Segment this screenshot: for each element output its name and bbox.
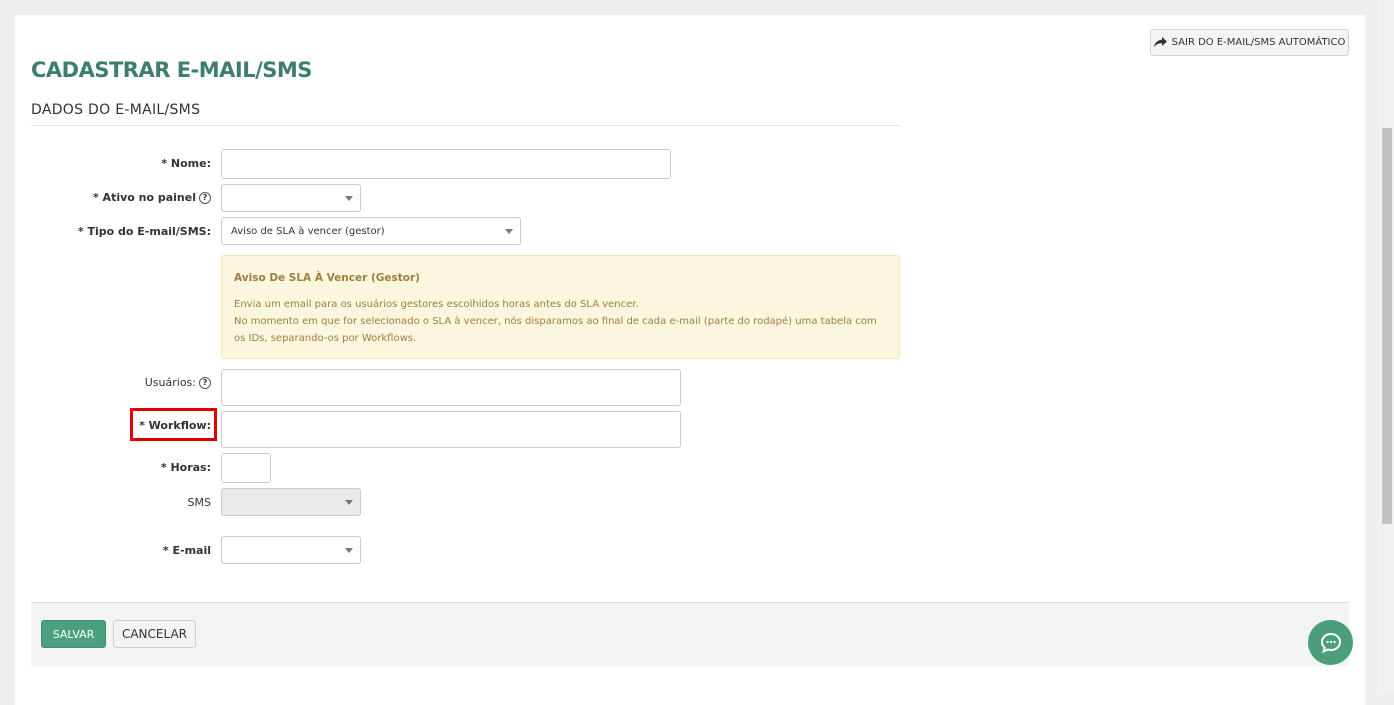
- email-label: * E-mail: [162, 544, 211, 557]
- tipo-select[interactable]: Aviso de SLA à vencer (gestor): [221, 217, 521, 245]
- sms-label: SMS: [187, 496, 211, 509]
- share-arrow-icon: [1153, 37, 1167, 48]
- tipo-select-value: Aviso de SLA à vencer (gestor): [231, 225, 385, 237]
- help-icon[interactable]: ?: [199, 376, 211, 389]
- usuarios-label: Usuários: ?: [145, 376, 211, 389]
- help-icon[interactable]: ?: [199, 191, 211, 204]
- ativo-label: * Ativo no painel ?: [93, 191, 211, 204]
- alert-line-1: Envia um email para os usuários gestores…: [234, 299, 639, 310]
- cancel-button[interactable]: CANCELAR: [113, 620, 196, 648]
- scrollbar[interactable]: [1379, 0, 1394, 693]
- form-footer: [31, 602, 1349, 666]
- alert-line-2: No momento em que for selecionado o SLA …: [234, 316, 877, 344]
- nome-label: * Nome:: [161, 157, 211, 170]
- chat-bubble-icon: [1320, 632, 1341, 653]
- sla-info-alert: Aviso De SLA À Vencer (Gestor) Envia um …: [221, 255, 900, 359]
- sms-select: [221, 488, 361, 516]
- chevron-down-icon: [505, 229, 513, 234]
- horas-label: * Horas:: [160, 461, 211, 474]
- exit-button-label: SAIR DO E-MAIL/SMS AUTOMÁTICO: [1171, 37, 1346, 48]
- chevron-down-icon: [345, 548, 353, 553]
- chevron-down-icon: [345, 196, 353, 201]
- horas-input[interactable]: [221, 453, 271, 483]
- section-title: DADOS DO E-MAIL/SMS: [31, 102, 900, 126]
- workflow-label: * Workflow:: [139, 419, 211, 432]
- alert-title: Aviso De SLA À Vencer (Gestor): [234, 272, 420, 284]
- scrollbar-thumb[interactable]: [1382, 128, 1392, 524]
- usuarios-input[interactable]: [221, 369, 681, 406]
- save-button[interactable]: SALVAR: [41, 620, 106, 648]
- ativo-select[interactable]: [221, 184, 361, 212]
- page-title: CADASTRAR E-MAIL/SMS: [31, 58, 312, 82]
- chevron-down-icon: [345, 500, 353, 505]
- chat-button[interactable]: [1308, 620, 1353, 665]
- nome-input[interactable]: [221, 149, 671, 179]
- tipo-label: * Tipo do E-mail/SMS:: [77, 225, 211, 238]
- email-select[interactable]: [221, 536, 361, 564]
- exit-automatic-email-button[interactable]: SAIR DO E-MAIL/SMS AUTOMÁTICO: [1150, 29, 1349, 56]
- workflow-input[interactable]: [221, 411, 681, 448]
